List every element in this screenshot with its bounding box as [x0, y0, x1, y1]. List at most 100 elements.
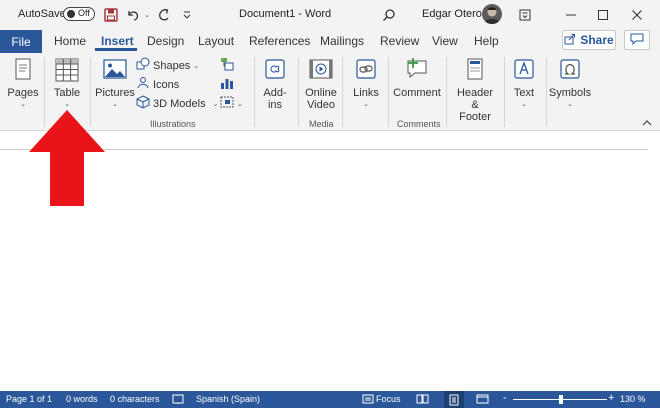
autosave-state: Off	[78, 8, 90, 18]
page-count[interactable]: Page 1 of 1	[6, 394, 52, 404]
word-count[interactable]: 0 words	[66, 394, 98, 404]
online-video-label-2: Video	[307, 99, 335, 111]
screenshot-icon	[220, 95, 234, 112]
pages-button[interactable]: Pages ⌄	[6, 57, 40, 111]
comments-button[interactable]	[624, 30, 650, 50]
title-bar: AutoSave Off ⌄ Document1 - Word Edgar Ot…	[0, 0, 660, 30]
shapes-button[interactable]: Shapes ⌄	[136, 57, 199, 74]
smartart-button[interactable]	[220, 57, 234, 74]
3d-models-button[interactable]: 3D Models ⌄	[136, 95, 218, 112]
pictures-icon	[102, 57, 128, 81]
new-comment-icon	[404, 57, 430, 81]
add-ins-button[interactable]: Add- ins	[260, 57, 290, 111]
table-button[interactable]: Table ⌄	[50, 57, 84, 111]
omega-icon	[558, 57, 582, 81]
zoom-out-button[interactable]: -	[503, 392, 507, 404]
tab-file[interactable]: File	[0, 30, 42, 53]
web-layout-icon[interactable]	[476, 393, 489, 407]
tab-layout[interactable]: Layout	[198, 34, 234, 48]
header-footer-icon	[463, 57, 487, 81]
comment-icon	[630, 33, 644, 48]
header-footer-label-2: Footer	[459, 111, 491, 123]
online-video-label-1: Online	[305, 87, 337, 99]
group-divider	[546, 57, 547, 127]
zoom-level[interactable]: 130 %	[620, 394, 646, 404]
focus-label[interactable]: Focus	[376, 394, 401, 404]
print-layout-icon[interactable]	[444, 391, 464, 408]
pictures-label: Pictures	[95, 87, 135, 99]
undo-icon[interactable]	[124, 6, 142, 24]
text-button[interactable]: Text ⌄	[508, 57, 540, 111]
maximize-icon[interactable]	[592, 4, 614, 26]
add-ins-icon	[263, 57, 287, 81]
search-icon[interactable]	[380, 6, 398, 24]
pages-label: Pages	[7, 87, 39, 99]
group-divider	[298, 57, 299, 127]
customize-qat-icon[interactable]	[180, 6, 194, 24]
pictures-button[interactable]: Pictures ⌄	[95, 57, 135, 111]
document-title: Document1 - Word	[239, 8, 332, 20]
link-icon	[354, 57, 378, 81]
media-group-label: Media	[309, 119, 334, 129]
minimize-icon[interactable]	[560, 4, 582, 26]
links-label: Links	[353, 87, 379, 99]
close-icon[interactable]	[626, 4, 648, 26]
chevron-down-icon: ⌄	[20, 101, 26, 108]
illustrations-group-label: Illustrations	[150, 119, 196, 129]
share-button[interactable]: Share	[562, 30, 616, 50]
symbols-button[interactable]: Symbols ⌄	[548, 57, 592, 111]
tab-review[interactable]: Review	[380, 34, 419, 48]
tab-view[interactable]: View	[432, 34, 458, 48]
group-divider	[342, 57, 343, 127]
pages-icon	[11, 57, 35, 83]
header-footer-label-1: Header &	[456, 87, 494, 111]
ribbon-tabs: File Home Insert Design Layout Reference…	[0, 30, 660, 53]
chevron-down-icon: ⌄	[363, 101, 369, 108]
group-divider	[446, 57, 447, 127]
tab-help[interactable]: Help	[474, 34, 499, 48]
collapse-ribbon-icon[interactable]	[642, 119, 652, 127]
autosave-toggle[interactable]: Off	[63, 7, 95, 21]
chart-button[interactable]	[220, 76, 234, 93]
header-footer-button[interactable]: Header & Footer	[452, 57, 498, 123]
undo-dropdown-icon[interactable]: ⌄	[142, 6, 152, 24]
share-label: Share	[580, 33, 614, 47]
symbols-label: Symbols	[548, 87, 592, 99]
text-box-icon	[512, 57, 536, 81]
focus-icon[interactable]	[362, 393, 374, 407]
screenshot-button[interactable]: ⌄	[220, 95, 243, 112]
smartart-icon	[220, 57, 234, 74]
language[interactable]: Spanish (Spain)	[196, 394, 260, 404]
online-video-button[interactable]: Online Video	[304, 57, 338, 111]
tab-mailings[interactable]: Mailings	[320, 34, 364, 48]
text-label: Text	[513, 87, 535, 99]
up-arrow-annotation	[29, 110, 105, 206]
group-divider	[388, 57, 389, 127]
save-icon[interactable]	[102, 6, 120, 24]
icons-icon	[136, 76, 150, 93]
read-mode-icon[interactable]	[416, 393, 429, 407]
tab-references[interactable]: References	[249, 34, 310, 48]
zoom-slider-thumb[interactable]	[559, 395, 563, 404]
ribbon-display-icon[interactable]	[514, 4, 536, 26]
chevron-down-icon: ⌄	[112, 101, 118, 108]
zoom-in-button[interactable]: +	[608, 392, 614, 404]
toggle-knob	[67, 10, 75, 18]
icons-button[interactable]: Icons	[136, 76, 179, 93]
links-button[interactable]: Links ⌄	[350, 57, 382, 111]
chevron-down-icon: ⌄	[521, 101, 527, 108]
share-icon	[564, 33, 576, 48]
tab-design[interactable]: Design	[147, 34, 184, 48]
add-ins-label-1: Add-	[263, 87, 287, 99]
tab-insert[interactable]: Insert	[101, 34, 134, 48]
redo-icon[interactable]	[155, 6, 173, 24]
avatar[interactable]	[482, 4, 502, 24]
tab-home[interactable]: Home	[54, 34, 86, 48]
character-count[interactable]: 0 characters	[110, 394, 160, 404]
chart-icon	[220, 76, 234, 93]
group-divider	[504, 57, 505, 127]
chevron-down-icon: ⌄	[212, 100, 219, 108]
chevron-down-icon: ⌄	[193, 62, 200, 70]
new-comment-button[interactable]: Comment	[393, 57, 441, 99]
proofing-icon[interactable]	[172, 393, 184, 407]
